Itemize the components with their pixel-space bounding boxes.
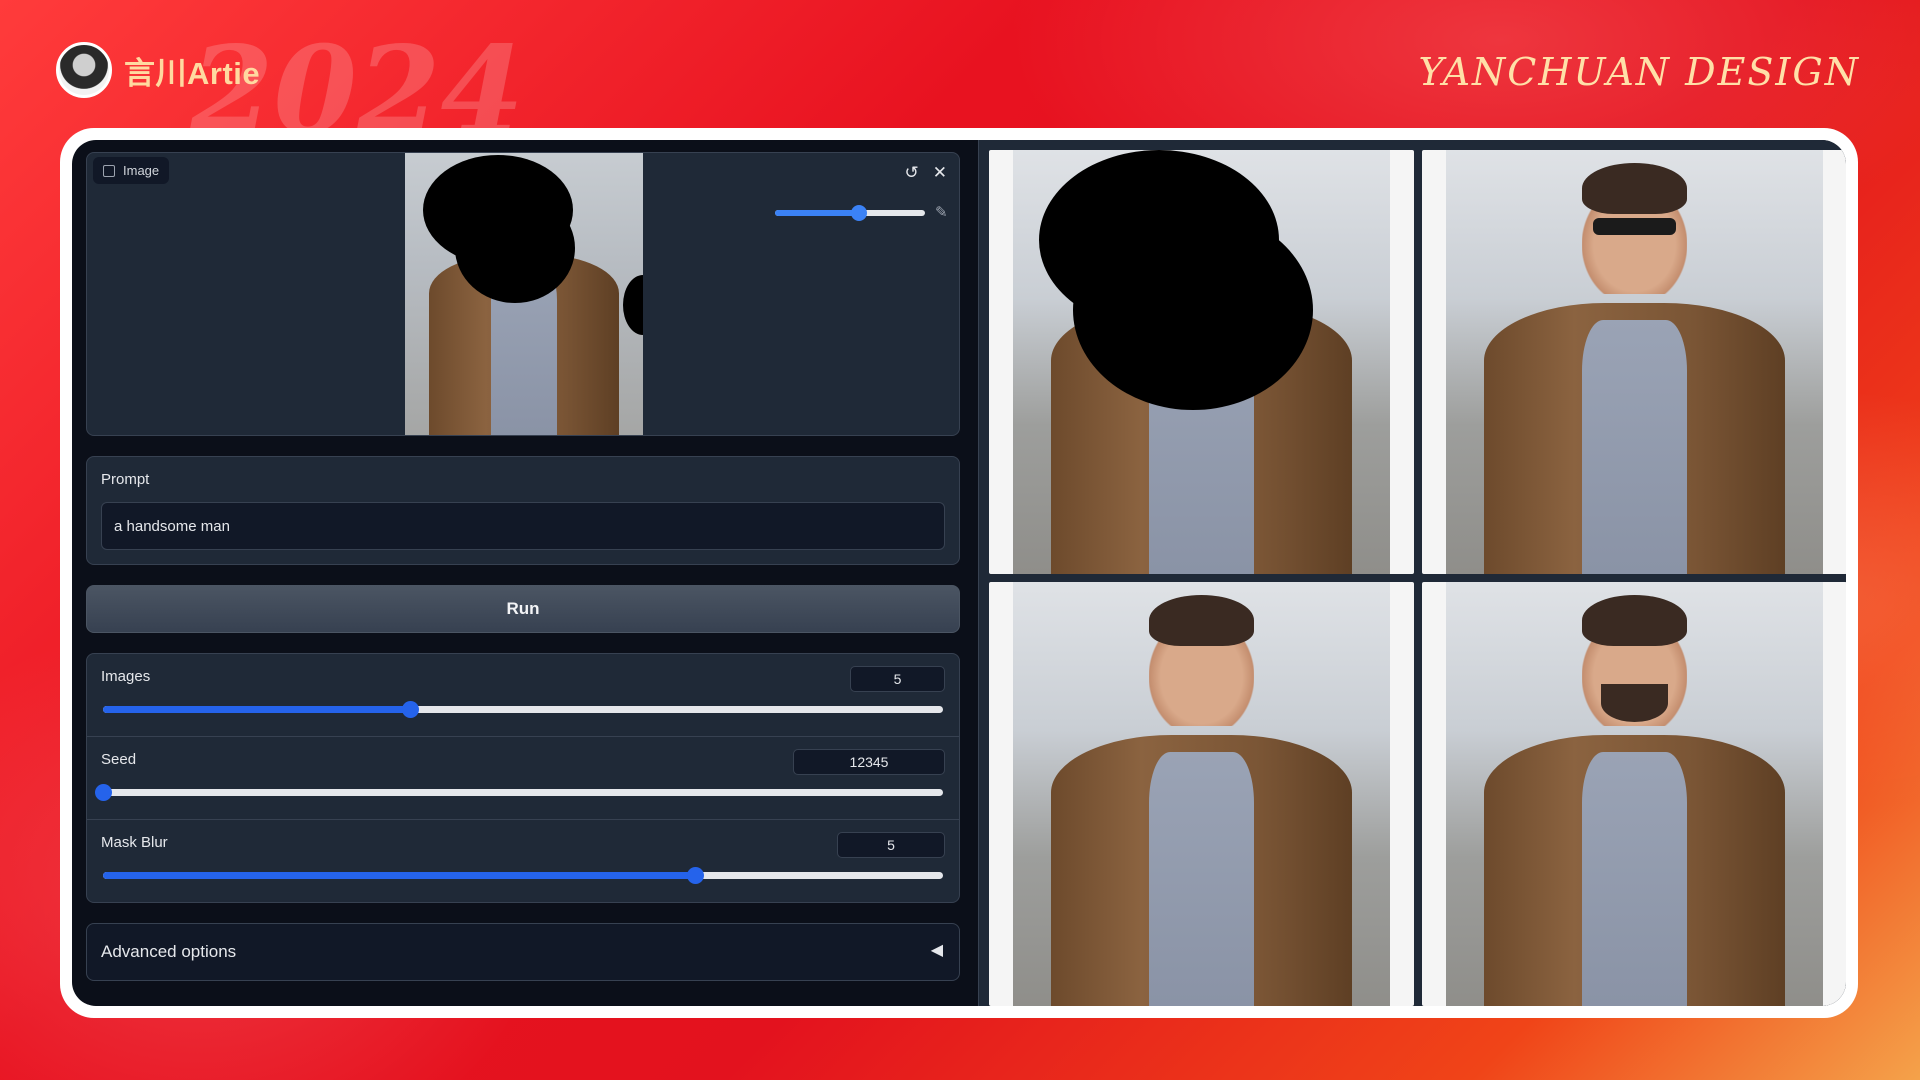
undo-icon[interactable]: ↺ [905, 163, 919, 183]
slider-fill [103, 706, 410, 713]
run-button[interactable]: Run [86, 585, 960, 633]
triangle-left-icon[interactable]: ◀ [931, 940, 943, 960]
brush-size-slider[interactable] [775, 205, 925, 221]
mask-stroke [1073, 210, 1313, 410]
output-gallery [978, 140, 1846, 1006]
slider-label: Seed [101, 751, 137, 768]
sweater-shape [1148, 751, 1255, 1006]
slider-fill [103, 872, 696, 879]
slider-label: Mask Blur [101, 834, 168, 851]
brand-name: 言川Artie [124, 55, 261, 91]
photo [1013, 582, 1390, 1006]
slider-seed: Seed 12345 [87, 737, 959, 820]
advanced-options-label: Advanced options [101, 942, 237, 961]
gallery-grid [989, 150, 1846, 1006]
slider-label: Images [101, 668, 151, 685]
photo [1446, 582, 1823, 1006]
input-image[interactable] [405, 153, 643, 435]
app-frame: Image ↺ ✕ ✎ Prompt a handsome man Run Im… [60, 128, 1858, 1018]
image-icon [103, 164, 115, 177]
slider-thumb[interactable] [401, 701, 419, 718]
avatar [56, 42, 112, 98]
designer-signature: YANCHUAN DESIGN [1418, 50, 1860, 94]
images-number-input[interactable]: 5 [850, 666, 945, 692]
gallery-image-sunglasses[interactable] [1422, 150, 1846, 574]
sweater-shape [1581, 319, 1688, 574]
prompt-panel: Prompt [86, 456, 960, 565]
slider-images: Images 5 [87, 654, 959, 737]
image-editor[interactable]: Image ↺ ✕ ✎ [86, 152, 960, 436]
image-label: Image [93, 157, 170, 184]
hair [1581, 162, 1688, 214]
advanced-options-accordion[interactable]: Advanced options ◀ [86, 923, 960, 981]
seed-slider-track[interactable] [95, 784, 943, 801]
brush-size-fill [775, 210, 859, 216]
close-icon[interactable]: ✕ [933, 163, 947, 183]
gallery-image-masked[interactable] [989, 150, 1414, 574]
prompt-input[interactable] [101, 502, 945, 550]
controls-column: Image ↺ ✕ ✎ Prompt a handsome man Run Im… [86, 152, 960, 981]
mask-stroke [455, 193, 575, 303]
slider-thumb[interactable] [95, 784, 112, 801]
sweater-shape [1581, 751, 1688, 1006]
brand: 言川Artie [56, 42, 260, 98]
slider-thumb[interactable] [687, 867, 705, 884]
mask-stroke [623, 275, 643, 335]
images-slider-track[interactable] [103, 701, 943, 718]
image-label-text: Image [123, 163, 160, 178]
seed-number-input[interactable]: 12345 [793, 749, 945, 775]
mask-blur-number-input[interactable]: 5 [837, 832, 945, 858]
hair [1148, 594, 1255, 646]
brush-size-thumb[interactable] [851, 205, 867, 221]
hair [1581, 594, 1688, 646]
beard [1600, 683, 1669, 722]
sliders-panel: Images 5 Seed 12345 Mask Blur 5 [86, 653, 960, 903]
gallery-image-clean-shaven[interactable] [989, 582, 1414, 1006]
photo [1013, 150, 1390, 574]
gallery-image-bearded[interactable] [1422, 582, 1846, 1006]
brush-icon[interactable]: ✎ [935, 203, 948, 221]
sunglasses [1593, 217, 1676, 235]
prompt-label: Prompt [101, 471, 150, 488]
inpaint-app: Image ↺ ✕ ✎ Prompt a handsome man Run Im… [72, 140, 1846, 1006]
mask-blur-slider-track[interactable] [103, 867, 943, 884]
photo [1446, 150, 1823, 574]
slider-mask-blur: Mask Blur 5 [87, 820, 959, 902]
image-tools: ↺ ✕ [905, 163, 948, 183]
